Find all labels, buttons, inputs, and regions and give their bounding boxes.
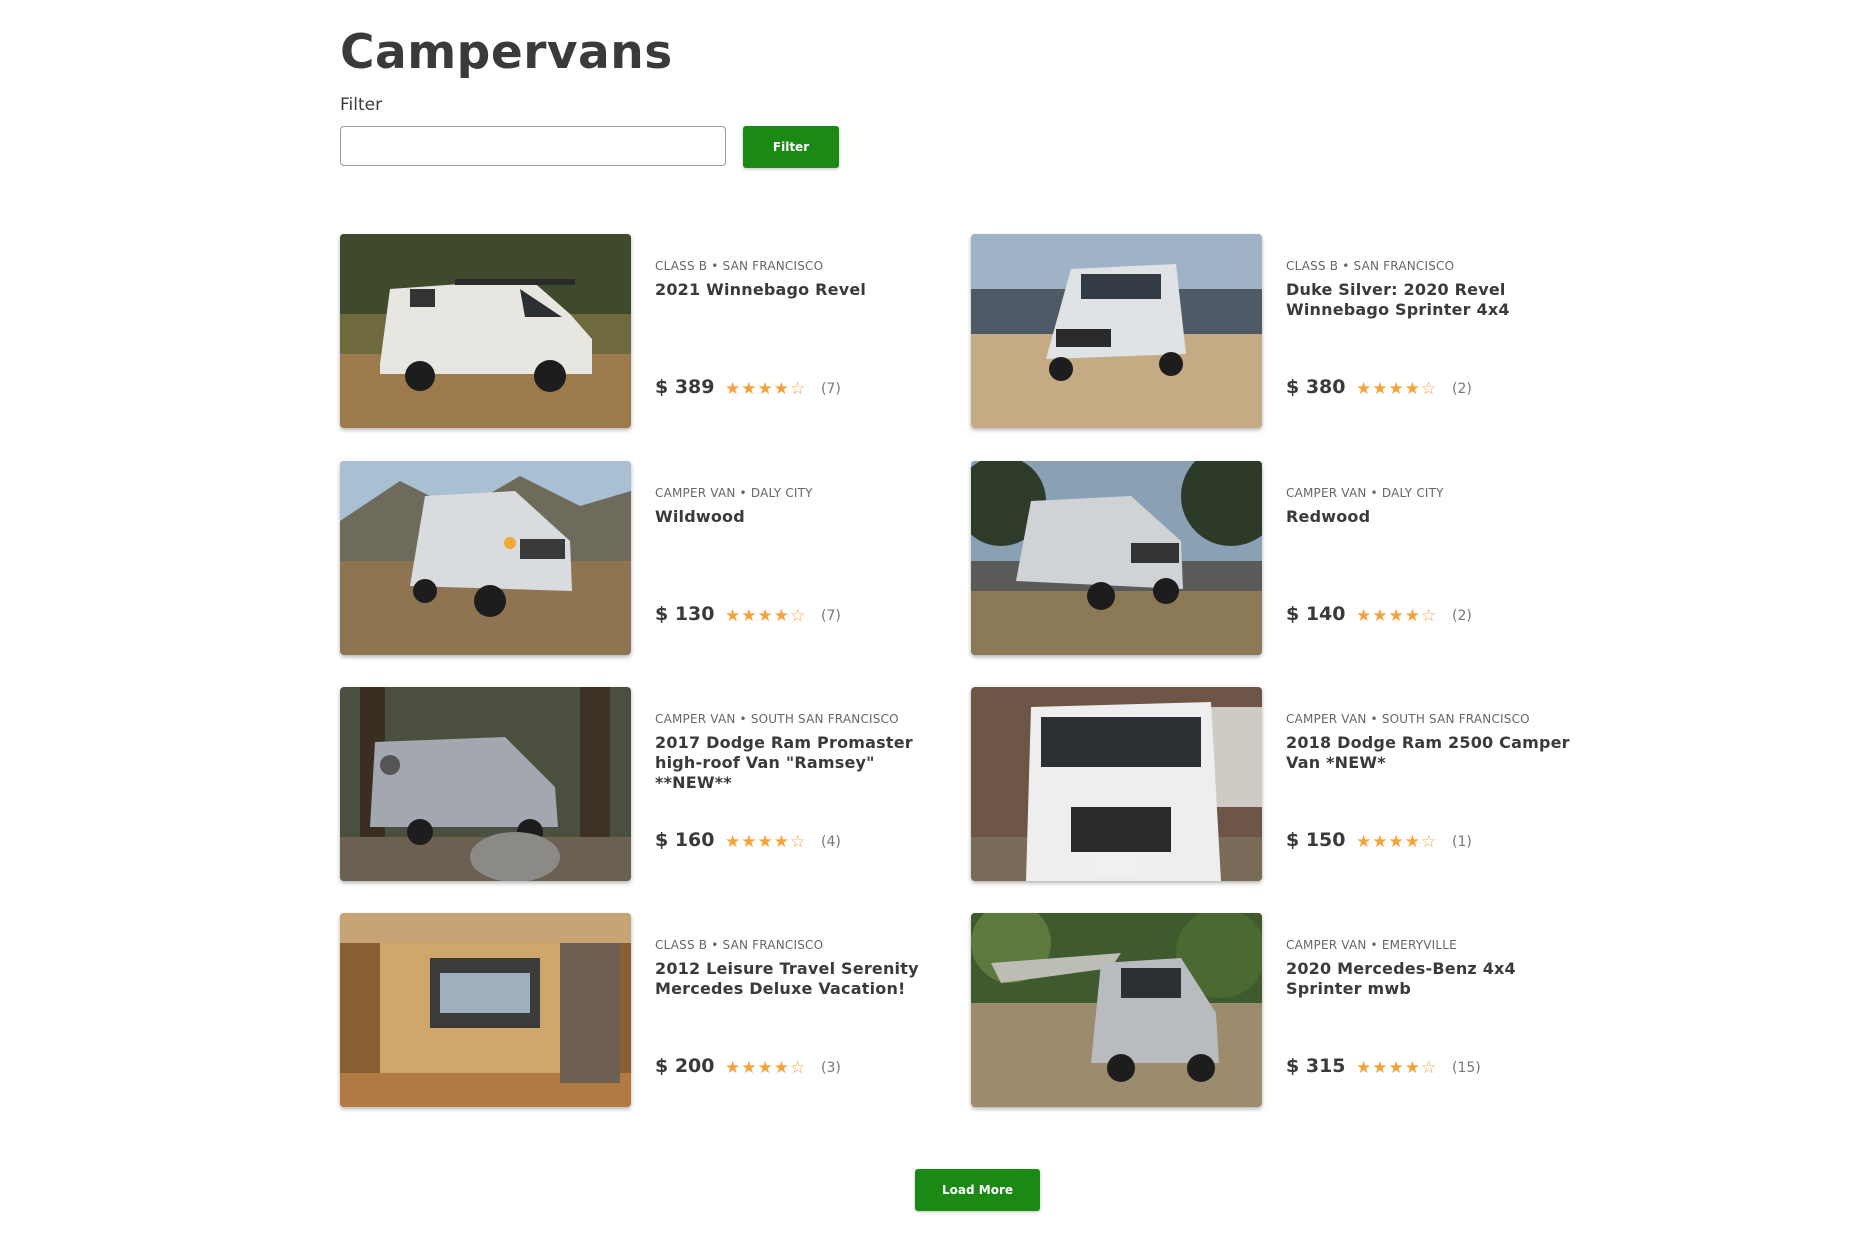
campervan-photo-icon xyxy=(971,913,1262,1107)
campervans-page: Campervans Filter Filter CLASS B • SAN F… xyxy=(0,0,1860,1248)
review-count: (7) xyxy=(821,608,841,624)
listing-name[interactable]: 2020 Mercedes-Benz 4x4 Sprinter mwb xyxy=(1286,959,1586,999)
listing-price: $ 200 xyxy=(655,1055,715,1077)
listing-name[interactable]: Wildwood xyxy=(655,507,955,527)
review-count: (4) xyxy=(821,834,841,850)
listing-card[interactable]: CAMPER VAN • DALY CITY Wildwood $ 130 ★★… xyxy=(340,461,960,655)
listing-name[interactable]: Redwood xyxy=(1286,507,1586,527)
filter-label: Filter xyxy=(340,95,383,115)
listing-card[interactable]: CAMPER VAN • SOUTH SAN FRANCISCO 2017 Do… xyxy=(340,687,960,881)
rating-stars: ★★★★☆ xyxy=(725,1058,807,1078)
listing-card[interactable]: CLASS B • SAN FRANCISCO 2012 Leisure Tra… xyxy=(340,913,960,1107)
rating-stars: ★★★★☆ xyxy=(725,832,807,852)
listing-photo[interactable] xyxy=(340,234,631,428)
listing-price: $ 315 xyxy=(1286,1055,1346,1077)
campervan-photo-icon xyxy=(971,461,1262,655)
listing-price: $ 380 xyxy=(1286,376,1346,398)
listing-photo[interactable] xyxy=(971,687,1262,881)
listing-meta: CAMPER VAN • DALY CITY xyxy=(1286,486,1444,500)
listing-photo[interactable] xyxy=(971,234,1262,428)
listing-price: $ 140 xyxy=(1286,603,1346,625)
campervan-photo-icon xyxy=(340,913,631,1107)
listing-card[interactable]: CLASS B • SAN FRANCISCO 2021 Winnebago R… xyxy=(340,234,960,428)
listing-name[interactable]: 2021 Winnebago Revel xyxy=(655,280,955,300)
rating-stars: ★★★★☆ xyxy=(1356,832,1438,852)
review-count: (2) xyxy=(1452,381,1472,397)
listing-price: $ 389 xyxy=(655,376,715,398)
listing-meta: CLASS B • SAN FRANCISCO xyxy=(655,259,824,273)
listing-name[interactable]: Duke Silver: 2020 Revel Winnebago Sprint… xyxy=(1286,280,1586,320)
listing-price: $ 160 xyxy=(655,829,715,851)
listing-card[interactable]: CAMPER VAN • SOUTH SAN FRANCISCO 2018 Do… xyxy=(971,687,1591,881)
review-count: (2) xyxy=(1452,608,1472,624)
filter-input[interactable] xyxy=(340,126,726,166)
listing-meta: CLASS B • SAN FRANCISCO xyxy=(655,938,824,952)
listing-photo[interactable] xyxy=(340,461,631,655)
review-count: (1) xyxy=(1452,834,1472,850)
review-count: (3) xyxy=(821,1060,841,1076)
listing-name[interactable]: 2018 Dodge Ram 2500 Camper Van *NEW* xyxy=(1286,733,1586,773)
listing-card[interactable]: CAMPER VAN • EMERYVILLE 2020 Mercedes-Be… xyxy=(971,913,1591,1107)
listing-price: $ 150 xyxy=(1286,829,1346,851)
listing-card[interactable]: CLASS B • SAN FRANCISCO Duke Silver: 202… xyxy=(971,234,1591,428)
listing-photo[interactable] xyxy=(971,913,1262,1107)
rating-stars: ★★★★☆ xyxy=(1356,379,1438,399)
review-count: (7) xyxy=(821,381,841,397)
filter-button[interactable]: Filter xyxy=(743,126,839,168)
rating-stars: ★★★★☆ xyxy=(1356,606,1438,626)
campervan-photo-icon xyxy=(971,234,1262,428)
rating-stars: ★★★★☆ xyxy=(725,379,807,399)
listing-name[interactable]: 2012 Leisure Travel Serenity Mercedes De… xyxy=(655,959,955,999)
load-more-button[interactable]: Load More xyxy=(915,1169,1040,1211)
review-count: (15) xyxy=(1452,1060,1481,1076)
listing-price: $ 130 xyxy=(655,603,715,625)
page-title: Campervans xyxy=(340,25,673,80)
listing-meta: CAMPER VAN • EMERYVILLE xyxy=(1286,938,1457,952)
listing-meta: CAMPER VAN • DALY CITY xyxy=(655,486,813,500)
listing-meta: CLASS B • SAN FRANCISCO xyxy=(1286,259,1455,273)
campervan-photo-icon xyxy=(971,687,1262,881)
listing-meta: CAMPER VAN • SOUTH SAN FRANCISCO xyxy=(655,712,899,726)
listing-photo[interactable] xyxy=(340,913,631,1107)
rating-stars: ★★★★☆ xyxy=(1356,1058,1438,1078)
campervan-photo-icon xyxy=(340,234,631,428)
listing-meta: CAMPER VAN • SOUTH SAN FRANCISCO xyxy=(1286,712,1530,726)
campervan-photo-icon xyxy=(340,687,631,881)
listing-name[interactable]: 2017 Dodge Ram Promaster high-roof Van "… xyxy=(655,733,955,793)
listing-card[interactable]: CAMPER VAN • DALY CITY Redwood $ 140 ★★★… xyxy=(971,461,1591,655)
campervan-photo-icon xyxy=(340,461,631,655)
listing-photo[interactable] xyxy=(340,687,631,881)
listing-photo[interactable] xyxy=(971,461,1262,655)
rating-stars: ★★★★☆ xyxy=(725,606,807,626)
